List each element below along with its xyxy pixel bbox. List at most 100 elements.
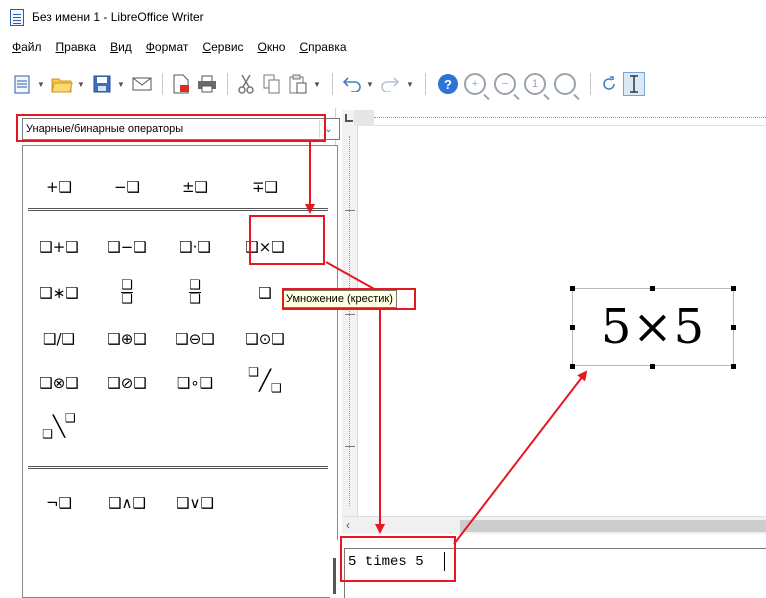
element-circled-times[interactable]: ❑⊗❑ — [29, 368, 89, 398]
menu-file[interactable]: Файл — [12, 40, 42, 54]
horizontal-scrollbar[interactable]: ‹ — [342, 516, 766, 534]
ruler-mark — [345, 314, 355, 315]
wide-backslash-top-box: ❑ — [65, 411, 76, 425]
new-document-icon[interactable] — [10, 72, 34, 96]
paste-dropdown-arrow-icon[interactable]: ▼ — [312, 72, 322, 96]
menu-tools[interactable]: Сервис — [202, 40, 243, 54]
element-minus-plus[interactable]: ∓❑ — [235, 172, 295, 202]
standard-toolbar: ▼ ▼ ▼ ▼ ▼ ▼ ? + − 1 — [0, 64, 766, 104]
open-icon[interactable] — [50, 72, 74, 96]
export-pdf-icon[interactable] — [169, 72, 193, 96]
print-icon[interactable] — [195, 72, 219, 96]
annotation-box-category — [16, 114, 326, 142]
element-circled-dot[interactable]: ❑⊙❑ — [235, 324, 295, 354]
element-wide-backslash[interactable]: ❑ ╲ ❑ — [29, 406, 89, 446]
copy-icon[interactable] — [260, 72, 284, 96]
update-icon[interactable] — [597, 72, 621, 96]
element-division-fraction[interactable]: ❑ ❑ — [165, 272, 225, 312]
redo-icon — [379, 72, 403, 96]
horizontal-ruler[interactable] — [354, 110, 766, 126]
resize-handle[interactable] — [731, 286, 736, 291]
element-slash[interactable]: ❑/❑ — [29, 324, 89, 354]
resize-handle[interactable] — [731, 364, 736, 369]
tab-stop-icon[interactable] — [342, 110, 354, 126]
elements-panel: Унарные/бинарные операторы ⌄ +❑ −❑ ±❑ ∓❑… — [12, 108, 340, 598]
element-multiplication-dot[interactable]: ❑·❑ — [165, 232, 225, 262]
element-logical-or[interactable]: ❑∨❑ — [165, 488, 225, 518]
open-dropdown-arrow-icon[interactable]: ▼ — [76, 72, 86, 96]
annotation-box-tooltip — [282, 288, 416, 310]
element-logical-not[interactable]: ¬❑ — [29, 488, 89, 518]
element-circled-slash[interactable]: ❑⊘❑ — [97, 368, 157, 398]
ruler-margin — [354, 110, 374, 126]
new-dropdown-arrow-icon[interactable]: ▼ — [36, 72, 46, 96]
menu-window[interactable]: Окно — [258, 40, 286, 54]
wide-slash-bottom-box: ❑ — [271, 381, 282, 395]
email-icon[interactable] — [130, 72, 154, 96]
wide-backslash-bottom-box: ❑ — [42, 427, 53, 441]
undo-dropdown-arrow-icon[interactable]: ▼ — [365, 72, 375, 96]
formula-cursor-icon[interactable] — [623, 72, 645, 96]
resize-handle[interactable] — [650, 286, 655, 291]
scrollbar-thumb[interactable] — [460, 520, 766, 532]
fraction-denominator: ❑ — [189, 291, 201, 307]
fraction-denominator: ❑ — [121, 291, 133, 307]
menu-edit[interactable]: Правка — [56, 40, 97, 54]
save-icon[interactable] — [90, 72, 114, 96]
toolbar-separator — [332, 73, 333, 95]
element-logical-and[interactable]: ❑∧❑ — [97, 488, 157, 518]
fraction-numerator: ❑ — [121, 277, 133, 293]
element-unary-plus[interactable]: +❑ — [29, 172, 89, 202]
formula-preview: 5×5 — [600, 299, 706, 355]
element-multiplication-asterisk[interactable]: ❑∗❑ — [29, 278, 89, 308]
resize-handle[interactable] — [570, 364, 575, 369]
writer-document-icon — [10, 8, 24, 26]
toolbar-separator — [162, 73, 163, 95]
element-composition[interactable]: ❑∘❑ — [165, 368, 225, 398]
cut-icon[interactable] — [234, 72, 258, 96]
toolbar-separator — [425, 73, 426, 95]
menu-view[interactable]: Вид — [110, 40, 132, 54]
commands-splitter[interactable] — [333, 558, 336, 594]
element-plus-minus[interactable]: ±❑ — [165, 172, 225, 202]
wide-slash-icon: ╱ — [258, 368, 272, 392]
element-addition[interactable]: ❑+❑ — [29, 232, 89, 262]
element-subtraction[interactable]: ❑−❑ — [97, 232, 157, 262]
resize-handle[interactable] — [570, 325, 575, 330]
menu-help[interactable]: Справка — [299, 40, 346, 54]
scroll-left-icon[interactable]: ‹ — [346, 518, 350, 532]
resize-handle[interactable] — [650, 364, 655, 369]
vertical-ruler[interactable] — [342, 126, 358, 516]
paste-icon[interactable] — [286, 72, 310, 96]
annotation-box-cross-element — [249, 215, 325, 265]
section-divider — [28, 208, 328, 211]
element-wide-slash[interactable]: ❑ ╱ ❑ — [235, 360, 295, 400]
window-title: Без имени 1 - LibreOffice Writer — [32, 10, 204, 24]
zoom-in-icon[interactable]: + — [464, 73, 486, 95]
element-circled-plus[interactable]: ❑⊕❑ — [97, 324, 157, 354]
help-icon[interactable]: ? — [438, 74, 458, 94]
annotation-box-command — [340, 536, 456, 582]
element-fraction[interactable]: ❑ ❑ — [97, 272, 157, 312]
ruler-mark — [345, 210, 355, 211]
resize-handle[interactable] — [570, 286, 575, 291]
redo-dropdown-arrow-icon: ▼ — [406, 79, 414, 89]
ruler-ticks — [374, 117, 766, 119]
formula-object[interactable]: 5×5 — [572, 288, 734, 366]
element-circled-minus[interactable]: ❑⊖❑ — [165, 324, 225, 354]
title-bar: Без имени 1 - LibreOffice Writer — [0, 0, 766, 34]
elements-grid: +❑ −❑ ±❑ ∓❑ ❑+❑ ❑−❑ ❑·❑ ❑×❑ ❑∗❑ ❑ ❑ ❑ ❑ … — [22, 145, 338, 598]
toolbar-separator — [227, 73, 228, 95]
fraction-numerator: ❑ — [189, 277, 201, 293]
section-divider — [28, 466, 328, 469]
undo-icon[interactable] — [339, 72, 363, 96]
wide-backslash-icon: ╲ — [52, 414, 66, 438]
menu-format[interactable]: Формат — [146, 40, 189, 54]
resize-handle[interactable] — [731, 325, 736, 330]
ruler-ticks — [349, 136, 351, 506]
zoom-100-icon[interactable]: 1 — [524, 73, 546, 95]
zoom-fit-icon[interactable] — [554, 73, 576, 95]
element-unary-minus[interactable]: −❑ — [97, 172, 157, 202]
save-dropdown-arrow-icon[interactable]: ▼ — [116, 72, 126, 96]
zoom-out-icon[interactable]: − — [494, 73, 516, 95]
